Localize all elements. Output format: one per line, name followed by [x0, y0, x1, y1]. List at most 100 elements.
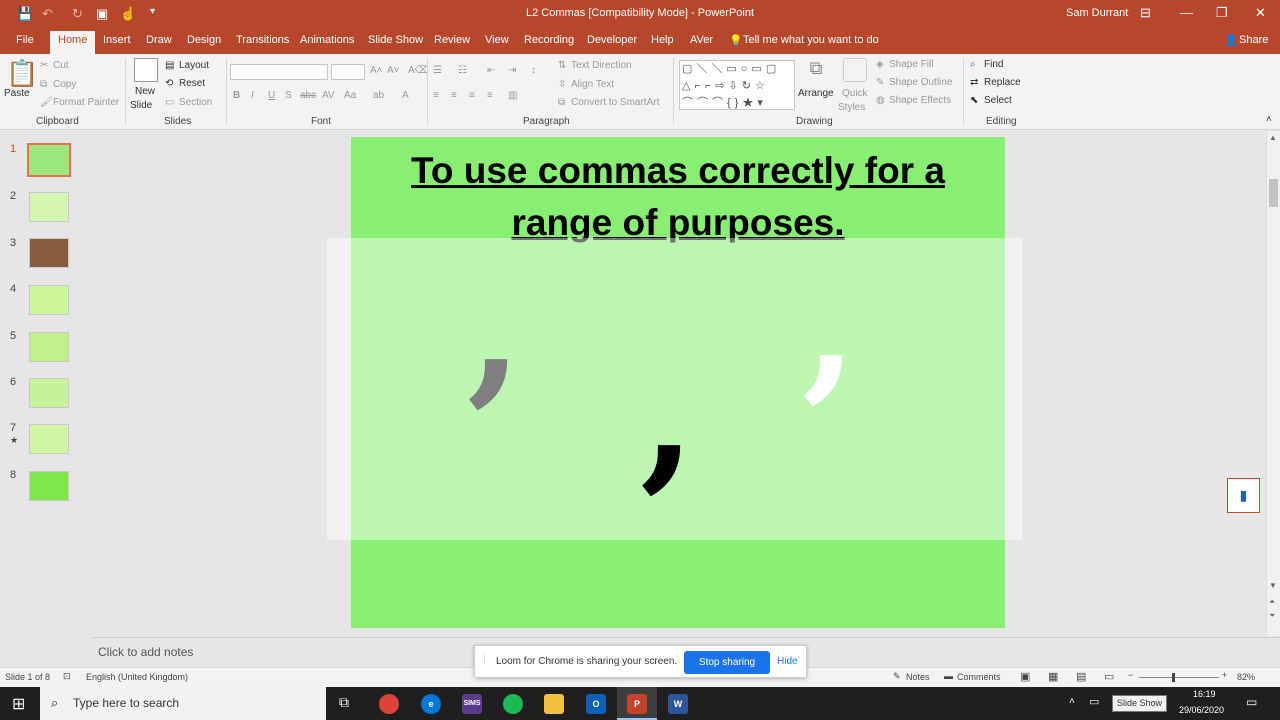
- word-icon[interactable]: W: [668, 694, 688, 714]
- tab-animations[interactable]: Animations: [300, 34, 354, 46]
- white-comma[interactable]: ,: [802, 244, 858, 404]
- black-comma[interactable]: ,: [640, 334, 696, 494]
- decrease-indent-icon[interactable]: ⇤: [487, 65, 495, 76]
- text-direction-button[interactable]: Text Direction: [571, 60, 632, 71]
- paste-icon[interactable]: 📋: [6, 58, 38, 90]
- bold-icon[interactable]: B: [233, 90, 240, 101]
- slide-thumbnail-8[interactable]: [29, 471, 69, 501]
- slide-thumbnail-3[interactable]: [29, 238, 69, 268]
- next-slide-icon[interactable]: ⏷: [1269, 611, 1275, 621]
- tab-view[interactable]: View: [485, 34, 509, 46]
- new-slide-icon[interactable]: [134, 58, 158, 82]
- zoom-level[interactable]: 82%: [1237, 672, 1255, 682]
- scroll-thumb[interactable]: [1269, 179, 1278, 207]
- slide-thumbnail-1[interactable]: [27, 143, 71, 177]
- slide-thumbnail-5[interactable]: [29, 332, 69, 362]
- task-view-icon[interactable]: ⧉: [339, 694, 349, 711]
- shadow-icon[interactable]: S: [285, 90, 292, 101]
- reading-view-icon[interactable]: ▤: [1076, 670, 1086, 683]
- slide-thumbnail-2[interactable]: [29, 192, 69, 222]
- font-size-dropdown[interactable]: [331, 64, 365, 80]
- align-center-icon[interactable]: ≡: [451, 90, 457, 101]
- edge-icon[interactable]: e: [421, 694, 441, 714]
- clear-format-icon[interactable]: A⌫: [408, 65, 429, 76]
- tab-design[interactable]: Design: [187, 34, 221, 46]
- slide-thumbnail-7[interactable]: [29, 424, 69, 454]
- tray-network-icon[interactable]: ▭: [1089, 695, 1099, 708]
- spacing-icon[interactable]: AV: [322, 90, 335, 101]
- underline-icon[interactable]: U: [268, 90, 275, 101]
- ribbon-display-icon[interactable]: ⊟: [1140, 5, 1151, 21]
- notes-placeholder[interactable]: Click to add notes: [98, 645, 193, 659]
- clock-time[interactable]: 16:19: [1193, 689, 1216, 699]
- numbering-icon[interactable]: ☷: [458, 65, 467, 76]
- tab-aver[interactable]: AVer: [690, 34, 713, 46]
- bullets-icon[interactable]: ☰: [433, 65, 442, 76]
- tab-recording[interactable]: Recording: [524, 34, 574, 46]
- zoom-slider[interactable]: [1139, 673, 1219, 682]
- arrange-button[interactable]: Arrange: [798, 88, 834, 99]
- change-case-icon[interactable]: Aa: [344, 90, 356, 101]
- minimize-icon[interactable]: —: [1180, 5, 1193, 20]
- collapse-ribbon-icon[interactable]: ˄: [1266, 114, 1272, 125]
- normal-view-icon[interactable]: ▣: [1020, 670, 1030, 683]
- columns-icon[interactable]: ▥: [508, 90, 517, 101]
- slide-sorter-icon[interactable]: ▦: [1048, 670, 1058, 683]
- layout-button[interactable]: Layout: [179, 60, 209, 71]
- shape-effects-button[interactable]: Shape Effects: [889, 95, 951, 106]
- slide-show-view-icon[interactable]: ▭: [1104, 670, 1114, 683]
- zoom-out-icon[interactable]: −: [1128, 670, 1133, 680]
- tab-slide-show[interactable]: Slide Show: [368, 34, 423, 46]
- restore-icon[interactable]: ❐: [1216, 5, 1228, 21]
- italic-icon[interactable]: I: [251, 90, 254, 101]
- tab-developer[interactable]: Developer: [587, 34, 637, 46]
- notes-button[interactable]: Notes: [906, 672, 930, 682]
- new-slide-label-1[interactable]: New: [135, 86, 155, 97]
- spotify-icon[interactable]: [503, 694, 523, 714]
- powerpoint-taskbar-button[interactable]: P: [617, 687, 657, 720]
- tell-me-search[interactable]: Tell me what you want to do: [743, 34, 879, 46]
- replace-button[interactable]: Replace: [984, 77, 1021, 88]
- font-name-dropdown[interactable]: [230, 64, 328, 80]
- select-button[interactable]: Select: [984, 95, 1012, 106]
- strikethrough-icon[interactable]: abc: [300, 90, 316, 101]
- shape-outline-button[interactable]: Shape Outline: [889, 77, 952, 88]
- share-button[interactable]: Share: [1239, 34, 1268, 46]
- slide-title[interactable]: To use commas correctly for a range of p…: [351, 145, 1005, 249]
- stop-sharing-button[interactable]: Stop sharing: [684, 651, 770, 674]
- cut-button[interactable]: Cut: [53, 60, 69, 71]
- font-color-icon[interactable]: A: [402, 90, 409, 101]
- grey-comma[interactable]: ,: [467, 248, 523, 408]
- new-slide-label-2[interactable]: Slide: [130, 100, 152, 111]
- hide-button[interactable]: Hide: [777, 656, 798, 667]
- quick-styles-label-2[interactable]: Styles: [838, 102, 865, 113]
- slide-thumbnail-4[interactable]: [29, 285, 69, 315]
- clock-date[interactable]: 29/06/2020: [1179, 705, 1224, 715]
- sims-icon[interactable]: SIMS: [462, 694, 482, 714]
- tab-review[interactable]: Review: [434, 34, 470, 46]
- tab-help[interactable]: Help: [651, 34, 674, 46]
- comments-button[interactable]: Comments: [957, 672, 1001, 682]
- language-indicator[interactable]: English (United Kingdom): [86, 672, 188, 682]
- tab-draw[interactable]: Draw: [146, 34, 172, 46]
- chrome-icon[interactable]: [379, 694, 399, 714]
- previous-slide-icon[interactable]: ⏶: [1269, 597, 1275, 607]
- taskbar-search-placeholder[interactable]: Type here to search: [73, 696, 179, 710]
- drag-handle-icon[interactable]: ⁞: [483, 655, 486, 666]
- copy-button[interactable]: Copy: [53, 79, 76, 90]
- slide-thumbnail-6[interactable]: [29, 378, 69, 408]
- bookmark-icon[interactable]: ▮: [1227, 478, 1260, 513]
- scroll-up-icon[interactable]: ▲: [1269, 133, 1277, 142]
- tray-chevron-icon[interactable]: ˄: [1069, 696, 1075, 707]
- quick-styles-label-1[interactable]: Quick: [842, 88, 868, 99]
- notifications-icon[interactable]: ▭: [1246, 695, 1257, 709]
- increase-indent-icon[interactable]: ⇥: [508, 65, 516, 76]
- tab-insert[interactable]: Insert: [103, 34, 131, 46]
- justify-icon[interactable]: ≡: [487, 90, 493, 101]
- quick-styles-icon[interactable]: [843, 58, 867, 82]
- windows-start-icon[interactable]: ⊞: [12, 694, 25, 714]
- close-icon[interactable]: ✕: [1255, 5, 1266, 21]
- format-painter-button[interactable]: Format Painter: [53, 97, 119, 108]
- font-shrink-icon[interactable]: A˅: [387, 65, 400, 76]
- shapes-gallery[interactable]: ▢＼＼▭○▭▢ △⌐⌐⇨⇩↻☆ ⌒⌒⌒{}★▾: [679, 60, 795, 110]
